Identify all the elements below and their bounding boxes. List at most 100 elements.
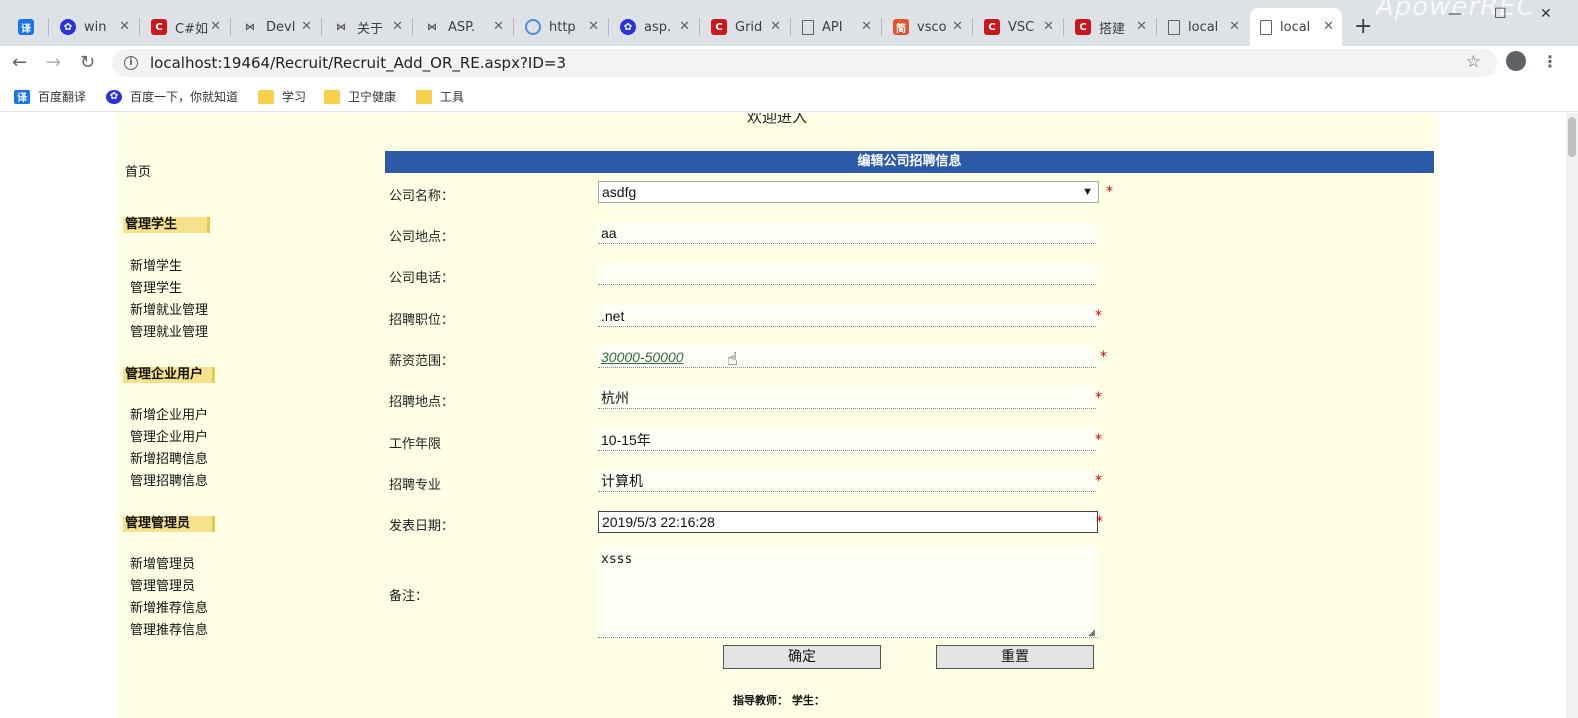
- web-icon: [525, 19, 541, 35]
- required-mark: *: [1095, 308, 1102, 324]
- close-icon[interactable]: ✕: [770, 19, 781, 34]
- translate-icon: 译: [14, 89, 30, 104]
- tab-1[interactable]: C C#如 ✕: [141, 8, 229, 46]
- publish-date-input[interactable]: [598, 511, 1098, 533]
- remark-label: 备注：: [389, 589, 429, 604]
- sidebar-item-add-company-user[interactable]: 新增企业用户: [130, 404, 208, 423]
- baidu-icon: ✿: [620, 19, 636, 35]
- bookmark-label: 百度一下，你就知道: [130, 90, 239, 104]
- account-icon[interactable]: [1506, 51, 1526, 71]
- confirm-button[interactable]: 确定: [723, 645, 881, 669]
- close-icon[interactable]: ✕: [861, 19, 872, 34]
- position-input[interactable]: [598, 305, 1096, 327]
- sidebar-item-manage-recommendation[interactable]: 管理推荐信息: [130, 619, 208, 638]
- tab-5[interactable]: http ✕: [515, 8, 607, 46]
- sidebar-home-link[interactable]: 首页: [125, 161, 151, 180]
- close-icon[interactable]: ✕: [210, 19, 221, 34]
- tab-separator: [513, 18, 514, 36]
- sidebar-item-add-admin[interactable]: 新增管理员: [130, 553, 195, 572]
- tab-separator: [412, 18, 413, 36]
- company-address-input[interactable]: [598, 222, 1096, 244]
- sidebar-item-add-recommendation[interactable]: 新增推荐信息: [130, 597, 208, 616]
- sidebar-group-students: 管理学生: [123, 217, 210, 233]
- sidebar-item-add-employment[interactable]: 新增就业管理: [130, 299, 208, 318]
- window-close-icon[interactable]: ✕: [1540, 6, 1552, 22]
- company-name-select[interactable]: asdfg ▼: [598, 181, 1099, 203]
- url-text[interactable]: localhost:19464/Recruit/Recruit_Add_OR_R…: [150, 54, 566, 72]
- tab-title: C#如: [175, 21, 208, 37]
- tab-translate[interactable]: 译: [10, 8, 46, 46]
- menu-kebab-icon[interactable]: ⋮: [1542, 52, 1558, 71]
- close-icon[interactable]: ✕: [301, 19, 312, 34]
- major-label: 招聘专业: [389, 478, 442, 493]
- info-icon[interactable]: i: [124, 56, 138, 70]
- baidu-icon: ✿: [106, 89, 122, 104]
- bookmark-star-icon[interactable]: ☆: [1466, 52, 1481, 72]
- sidebar-item-manage-company-user[interactable]: 管理企业用户: [130, 426, 208, 445]
- folder-icon: [258, 89, 274, 104]
- tab-separator: [881, 18, 882, 36]
- document-icon: [802, 19, 814, 35]
- folder-icon: [416, 89, 432, 104]
- bookmark-translate[interactable]: 译 百度翻译: [14, 88, 86, 105]
- location-input[interactable]: [598, 387, 1096, 409]
- scrollbar-thumb[interactable]: [1568, 117, 1576, 157]
- tab-8[interactable]: API ✕: [792, 8, 880, 46]
- tab-title: local: [1280, 19, 1311, 35]
- tab-10[interactable]: C VSC ✕: [974, 8, 1062, 46]
- tab-3[interactable]: ⋈ 关于 ✕: [323, 8, 411, 46]
- document-icon: [1260, 19, 1272, 35]
- close-icon[interactable]: ✕: [952, 19, 963, 34]
- tab-2[interactable]: ⋈ Devl ✕: [232, 8, 320, 46]
- new-tab-plus-icon[interactable]: +: [1354, 14, 1372, 39]
- reset-button[interactable]: 重置: [936, 645, 1094, 669]
- close-icon[interactable]: ✕: [392, 19, 403, 34]
- sidebar-item-add-student[interactable]: 新增学生: [130, 255, 182, 274]
- bookmark-folder-study[interactable]: 学习: [258, 88, 306, 105]
- close-icon[interactable]: ✕: [588, 19, 599, 34]
- company-phone-input[interactable]: [598, 263, 1096, 285]
- sidebar-item-manage-admin[interactable]: 管理管理员: [130, 575, 195, 594]
- bookmark-folder-tools[interactable]: 工具: [416, 88, 464, 105]
- close-icon[interactable]: ✕: [1229, 19, 1240, 34]
- tab-separator: [321, 18, 322, 36]
- salary-input[interactable]: [598, 346, 1096, 368]
- sidebar-item-manage-recruitment[interactable]: 管理招聘信息: [130, 470, 208, 489]
- close-icon[interactable]: ✕: [493, 19, 504, 34]
- tab-title: Devl: [266, 19, 296, 35]
- page-scrollbar[interactable]: [1566, 113, 1578, 718]
- reload-icon[interactable]: ↻: [80, 52, 95, 73]
- tab-separator: [1156, 18, 1157, 36]
- sidebar-item-manage-student[interactable]: 管理学生: [130, 277, 182, 296]
- remark-textarea[interactable]: xsss: [598, 548, 1098, 638]
- sidebar-item-add-recruitment[interactable]: 新增招聘信息: [130, 448, 208, 467]
- tab-title: http: [549, 19, 576, 35]
- bookmark-folder-health[interactable]: 卫宁健康: [324, 88, 396, 105]
- close-icon[interactable]: ✕: [679, 19, 690, 34]
- back-arrow-icon[interactable]: ←: [12, 52, 27, 73]
- close-icon[interactable]: ✕: [119, 19, 130, 34]
- close-icon[interactable]: ✕: [1136, 19, 1147, 34]
- close-icon[interactable]: ✕: [1323, 19, 1334, 34]
- bookmark-baidu[interactable]: ✿ 百度一下，你就知道: [106, 88, 238, 105]
- tab-12[interactable]: local ✕: [1158, 8, 1248, 46]
- tab-13-active[interactable]: local ✕: [1250, 8, 1342, 46]
- address-bar[interactable]: i localhost:19464/Recruit/Recruit_Add_OR…: [112, 49, 1497, 77]
- experience-input[interactable]: [598, 429, 1096, 451]
- tab-9[interactable]: 简 vsco ✕: [883, 8, 971, 46]
- tab-separator: [230, 18, 231, 36]
- tab-7[interactable]: C Grid ✕: [701, 8, 789, 46]
- sidebar-item-manage-employment[interactable]: 管理就业管理: [130, 321, 208, 340]
- forward-arrow-icon[interactable]: →: [46, 52, 61, 73]
- bookmarks-bar: 译 百度翻译 ✿ 百度一下，你就知道 学习 卫宁健康 工具: [0, 82, 1578, 112]
- tab-6[interactable]: ✿ asp. ✕: [610, 8, 698, 46]
- close-icon[interactable]: ✕: [1043, 19, 1054, 34]
- minimize-icon[interactable]: —: [1448, 6, 1462, 22]
- tab-0[interactable]: ✿ win ✕: [50, 8, 138, 46]
- tab-4[interactable]: ⋈ ASP. ✕: [414, 8, 512, 46]
- required-mark: *: [1096, 514, 1103, 530]
- tab-11[interactable]: C 搭建 ✕: [1065, 8, 1155, 46]
- resize-grip-icon[interactable]: ◢: [1088, 628, 1095, 638]
- major-input[interactable]: [598, 470, 1096, 492]
- maximize-icon[interactable]: ☐: [1494, 6, 1507, 22]
